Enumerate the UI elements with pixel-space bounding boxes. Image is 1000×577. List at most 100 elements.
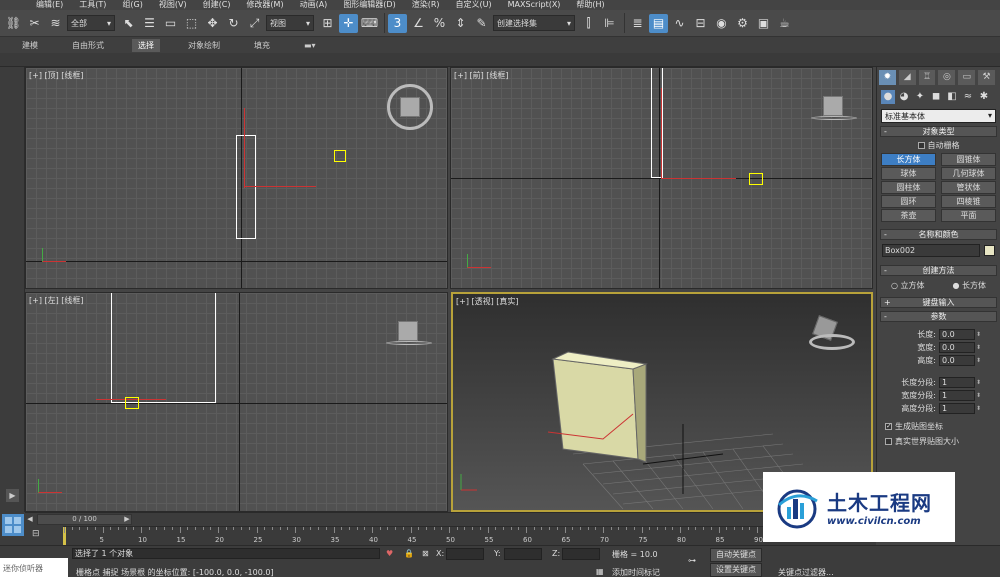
plane-button[interactable]: 平面 bbox=[941, 209, 996, 222]
spinner-snap-icon[interactable]: ⇕ bbox=[451, 14, 470, 33]
z-coord-field[interactable] bbox=[562, 548, 600, 560]
viewport-left[interactable]: [+] [左] [线框] bbox=[25, 292, 448, 512]
maxscript-listener-field[interactable]: 迷你侦听器 bbox=[0, 558, 68, 577]
shapes-icon[interactable]: ◕ bbox=[897, 90, 911, 104]
x-coord-field[interactable] bbox=[446, 548, 484, 560]
unlink-icon[interactable]: ✂ bbox=[25, 14, 44, 33]
menu-modifiers[interactable]: 修改器(M) bbox=[246, 0, 283, 10]
render-setup-icon[interactable]: ⚙ bbox=[733, 14, 752, 33]
viewcube-ring-icon[interactable] bbox=[811, 116, 857, 120]
viewport-layout-icon[interactable] bbox=[2, 514, 24, 536]
spacewarps-icon[interactable]: ≈ bbox=[961, 90, 975, 104]
height-input[interactable]: 0.0 bbox=[939, 355, 975, 366]
gen-mapping-checkbox[interactable]: ✓ bbox=[885, 423, 892, 430]
spinner-icon[interactable]: ⬍ bbox=[976, 403, 982, 414]
geometry-icon[interactable]: ● bbox=[881, 90, 895, 104]
viewcube-icon[interactable] bbox=[400, 97, 420, 117]
trackbar-toggle-icon[interactable]: ⊟ bbox=[32, 529, 40, 539]
menu-views[interactable]: 视图(V) bbox=[159, 0, 187, 10]
creation-cube-radio[interactable]: ○ 立方体 bbox=[891, 280, 925, 291]
tab-freeform[interactable]: 自由形式 bbox=[66, 39, 110, 52]
menu-tools[interactable]: 工具(T) bbox=[79, 0, 106, 10]
angle-snap-icon[interactable]: ∠ bbox=[409, 14, 428, 33]
box-button[interactable]: 长方体 bbox=[881, 153, 936, 166]
time-slider-knob[interactable]: 0 / 100 bbox=[37, 514, 132, 525]
rect-selection-icon[interactable]: ▭ bbox=[161, 14, 180, 33]
track-bar[interactable]: 5 10 15 20 25 30 35 40 45 50 55 60 65 70 75 80 85 90 bbox=[63, 526, 876, 546]
render-production-icon[interactable]: ☕ bbox=[775, 14, 794, 33]
modify-tab-icon[interactable]: ◢ bbox=[898, 70, 916, 85]
rollout-creation-method[interactable]: - 创建方法 bbox=[880, 265, 997, 276]
key-filters-button[interactable]: 关键点过滤器... bbox=[778, 567, 834, 577]
menu-graph-editors[interactable]: 图形编辑器(D) bbox=[343, 0, 395, 10]
tab-selection[interactable]: 选择 bbox=[132, 38, 160, 52]
spinner-icon[interactable]: ⬍ bbox=[976, 329, 982, 340]
curve-editor-icon[interactable]: ∿ bbox=[670, 14, 689, 33]
spinner-icon[interactable]: ⬍ bbox=[976, 342, 982, 353]
mirror-icon[interactable]: ⫿ bbox=[579, 14, 598, 33]
width-segs-input[interactable]: 1 bbox=[939, 390, 975, 401]
percent-snap-icon[interactable]: % bbox=[430, 14, 449, 33]
reference-coord-dropdown[interactable]: 视图 ▾ bbox=[266, 15, 314, 31]
time-tag-icon[interactable]: ▦ bbox=[596, 567, 604, 576]
menu-customize[interactable]: 自定义(U) bbox=[456, 0, 492, 10]
box-object-wireframe[interactable] bbox=[236, 135, 256, 239]
pivot-center-icon[interactable]: ⊞ bbox=[318, 14, 337, 33]
expand-arrow-icon[interactable]: ▶ bbox=[6, 489, 19, 502]
time-slider[interactable]: ◀ 0 / 100 ▶ bbox=[25, 512, 876, 526]
add-time-tag[interactable]: 添加时间标记 bbox=[612, 567, 660, 577]
tab-modeling[interactable]: 建模 bbox=[16, 39, 44, 52]
isolate-icon[interactable]: ♥ bbox=[386, 549, 393, 558]
move-icon[interactable]: ✥ bbox=[203, 14, 222, 33]
rollout-name-color[interactable]: - 名称和颜色 bbox=[880, 229, 997, 240]
named-selection-dropdown[interactable]: 创建选择集 ▾ bbox=[493, 15, 575, 31]
cameras-icon[interactable]: ◼ bbox=[929, 90, 943, 104]
menu-rendering[interactable]: 渲染(R) bbox=[412, 0, 440, 10]
tube-button[interactable]: 管状体 bbox=[941, 181, 996, 194]
select-by-name-icon[interactable]: ☰ bbox=[140, 14, 159, 33]
viewcube-icon[interactable] bbox=[398, 321, 418, 341]
graphite-tools-icon[interactable]: ▤ bbox=[649, 13, 668, 33]
torus-button[interactable]: 圆环 bbox=[881, 195, 936, 208]
select-object-icon[interactable]: ⬉ bbox=[119, 14, 138, 33]
viewport-label-left[interactable]: [+] [左] [线框] bbox=[29, 295, 84, 306]
utilities-tab-icon[interactable]: ⚒ bbox=[978, 70, 995, 85]
length-segs-input[interactable]: 1 bbox=[939, 377, 975, 388]
align-icon[interactable]: ⊫ bbox=[600, 14, 619, 33]
menu-help[interactable]: 帮助(H) bbox=[576, 0, 604, 10]
lights-icon[interactable]: ✦ bbox=[913, 90, 927, 104]
rotate-icon[interactable]: ↻ bbox=[224, 14, 243, 33]
viewcube-ring-icon[interactable] bbox=[386, 341, 432, 345]
layer-manager-icon[interactable]: ≣ bbox=[628, 14, 647, 33]
menu-maxscript[interactable]: MAXScript(X) bbox=[508, 0, 561, 10]
time-next-icon[interactable]: ▶ bbox=[123, 514, 131, 525]
viewcube-ring-icon[interactable] bbox=[809, 334, 855, 350]
rollout-keyboard-entry[interactable]: + 键盘输入 bbox=[880, 297, 997, 308]
material-editor-icon[interactable]: ◉ bbox=[712, 14, 731, 33]
select-manipulate-icon[interactable]: ✛ bbox=[339, 13, 358, 33]
auto-key-button[interactable]: 自动关键点 bbox=[710, 548, 762, 562]
menu-edit[interactable]: 编辑(E) bbox=[36, 0, 63, 10]
lock-icon[interactable]: 🔒 bbox=[404, 549, 414, 558]
width-input[interactable]: 0.0 bbox=[939, 342, 975, 353]
rollout-object-type[interactable]: - 对象类型 bbox=[880, 126, 997, 137]
rendered-frame-icon[interactable]: ▣ bbox=[754, 14, 773, 33]
sphere-button[interactable]: 球体 bbox=[881, 167, 936, 180]
pyramid-button[interactable]: 四棱锥 bbox=[941, 195, 996, 208]
length-input[interactable]: 0.0 bbox=[939, 329, 975, 340]
object-name-field[interactable]: Box002 bbox=[882, 244, 980, 257]
viewport-front[interactable]: [+] [前] [线框] bbox=[450, 67, 873, 289]
real-world-checkbox[interactable] bbox=[885, 438, 892, 445]
spinner-icon[interactable]: ⬍ bbox=[976, 355, 982, 366]
viewport-label-top[interactable]: [+] [顶] [线框] bbox=[29, 70, 84, 81]
tab-object-paint[interactable]: 对象绘制 bbox=[182, 39, 226, 52]
set-key-icon[interactable]: ⊶ bbox=[688, 556, 696, 565]
cylinder-button[interactable]: 圆柱体 bbox=[881, 181, 936, 194]
display-tab-icon[interactable]: ▭ bbox=[958, 70, 976, 85]
autogrid-checkbox[interactable] bbox=[917, 142, 925, 149]
creation-box-radio[interactable]: ● 长方体 bbox=[952, 280, 986, 291]
ribbon-options-icon[interactable]: ▬▾ bbox=[298, 40, 322, 51]
hierarchy-tab-icon[interactable]: ♖ bbox=[918, 70, 936, 85]
create-tab-icon[interactable]: ✹ bbox=[879, 70, 896, 85]
rollout-parameters[interactable]: - 参数 bbox=[880, 311, 997, 322]
